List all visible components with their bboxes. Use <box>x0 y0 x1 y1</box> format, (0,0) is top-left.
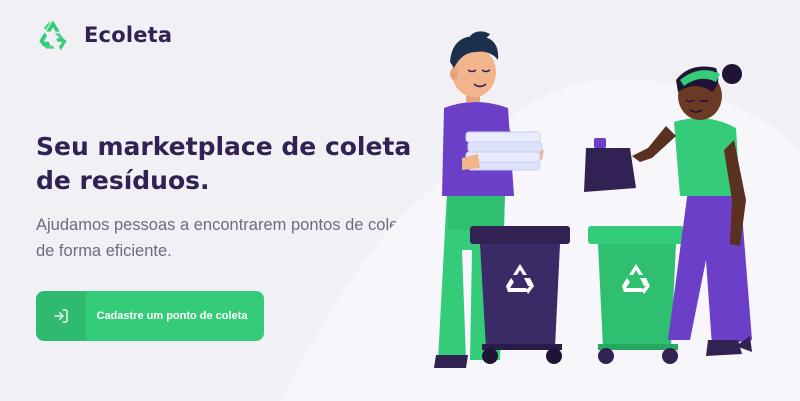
recycling-illustration <box>280 31 800 401</box>
